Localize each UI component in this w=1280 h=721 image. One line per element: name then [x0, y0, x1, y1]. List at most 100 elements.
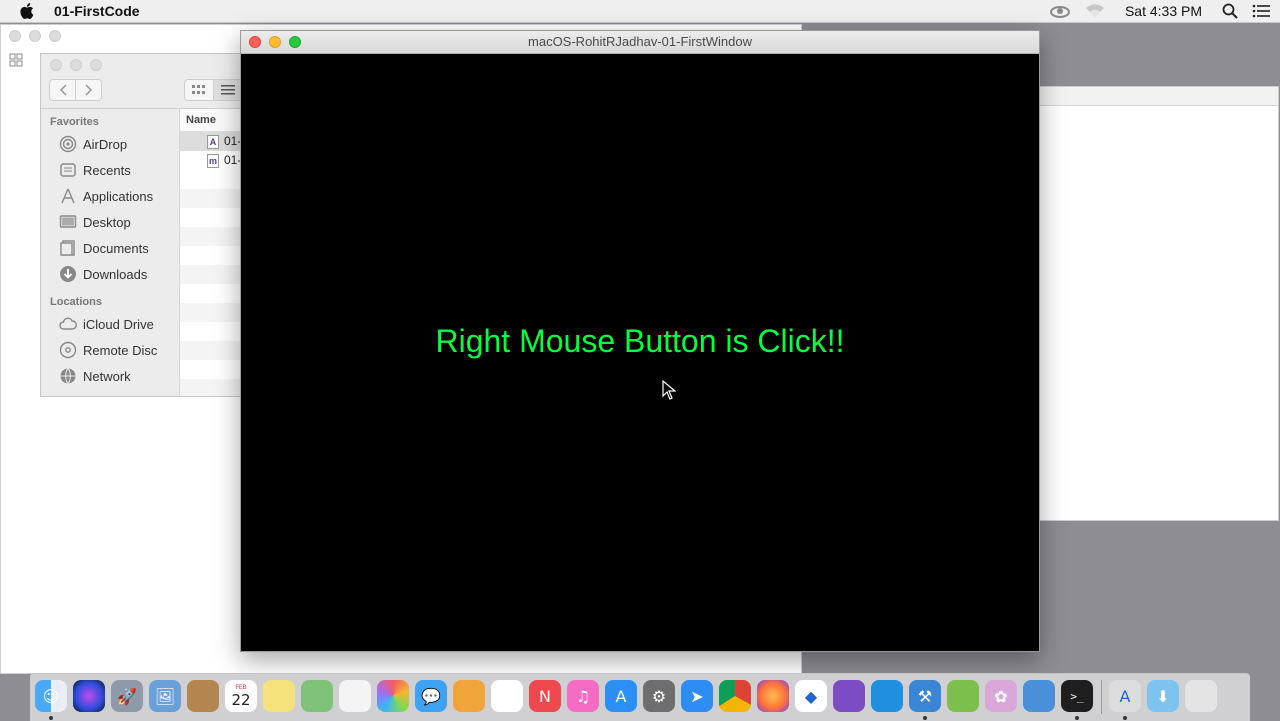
- calendar-icon[interactable]: FEB 22: [225, 680, 257, 712]
- firefox-icon[interactable]: [757, 680, 789, 712]
- app-file-icon[interactable]: A: [1109, 680, 1141, 712]
- documents-icon: [60, 240, 75, 256]
- running-indicator: [923, 716, 927, 720]
- xcode-instruments-icon[interactable]: [1023, 680, 1055, 712]
- view-mode-buttons: [184, 79, 243, 101]
- grid-view-icon[interactable]: [9, 53, 23, 72]
- downloads-icon: [60, 266, 76, 282]
- downloads-folder-icon[interactable]: ⬇: [1147, 680, 1179, 712]
- icon-grid-icon: [192, 85, 205, 94]
- finder-icon[interactable]: ☺: [35, 680, 67, 712]
- safari-icon[interactable]: ➤: [681, 680, 713, 712]
- reminders-icon[interactable]: [339, 680, 371, 712]
- background-window-controls: [9, 30, 61, 42]
- terminal-icon[interactable]: >_: [1061, 680, 1093, 712]
- close-button[interactable]: [249, 36, 261, 48]
- app-file-icon: A: [207, 134, 219, 149]
- vscode-icon[interactable]: [871, 680, 903, 712]
- dock: ☺ 🚀 🖼 FEB 22 💬 N ♫ A ⚙ ➤ ◆ ⚒ ✿ >_ A ⬇: [30, 673, 1250, 721]
- sidebar-item-applications[interactable]: Applications: [41, 183, 179, 209]
- unknown-app-icon[interactable]: ✿: [985, 680, 1017, 712]
- sidebar-item-label: AirDrop: [83, 136, 128, 152]
- launchpad-icon[interactable]: 🚀: [111, 680, 143, 712]
- status-area: Sat 4:33 PM: [1049, 0, 1270, 22]
- messages-icon[interactable]: 💬: [415, 680, 447, 712]
- android-studio-icon[interactable]: [947, 680, 979, 712]
- sidebar-item-airdrop[interactable]: AirDrop: [41, 131, 179, 157]
- dropbox-icon[interactable]: ◆: [795, 680, 827, 712]
- app-menu-name[interactable]: 01-FirstCode: [54, 3, 140, 19]
- menubar-clock[interactable]: Sat 4:33 PM: [1125, 3, 1202, 19]
- numbers-icon[interactable]: [491, 680, 523, 712]
- creative-cloud-icon[interactable]: [1049, 4, 1071, 18]
- sidebar-item-label: Applications: [83, 188, 154, 204]
- chevron-right-icon: [84, 84, 92, 96]
- preview-icon[interactable]: 🖼: [149, 680, 181, 712]
- sidebar-item-remote-disc[interactable]: Remote Disc: [41, 337, 179, 363]
- airdrop-icon: [59, 135, 77, 153]
- chevron-left-icon: [59, 84, 67, 96]
- inactive-close-button[interactable]: [9, 30, 21, 42]
- running-indicator: [49, 716, 53, 720]
- inactive-zoom-button[interactable]: [49, 30, 61, 42]
- chrome-icon[interactable]: [719, 680, 751, 712]
- recents-icon: [60, 163, 76, 177]
- back-button[interactable]: [49, 79, 76, 101]
- locations-heading: Locations: [50, 296, 102, 308]
- forward-button[interactable]: [76, 79, 102, 101]
- icon-view-button[interactable]: [184, 79, 214, 101]
- sidebar-item-documents[interactable]: Documents: [41, 235, 179, 261]
- spotlight-search-icon[interactable]: [1222, 3, 1238, 19]
- inactive-minimize-button[interactable]: [29, 30, 41, 42]
- background-window-right[interactable]: [1000, 86, 1279, 521]
- itunes-icon[interactable]: ♫: [567, 680, 599, 712]
- visual-studio-icon[interactable]: [833, 680, 865, 712]
- trash-icon[interactable]: [1185, 680, 1217, 712]
- finder-window-controls: [50, 59, 102, 71]
- finder-minimize-button[interactable]: [70, 59, 82, 71]
- main-window-titlebar[interactable]: macOS-RohitRJadhav-01-FirstWindow: [241, 31, 1039, 54]
- sidebar-item-label: Network: [83, 368, 131, 384]
- icloud-icon: [59, 317, 77, 330]
- photos-icon[interactable]: [377, 680, 409, 712]
- wifi-icon[interactable]: [1085, 4, 1105, 18]
- notification-center-icon[interactable]: [1252, 4, 1270, 18]
- sidebar-item-network[interactable]: Network: [41, 363, 179, 389]
- apple-menu-icon[interactable]: [20, 3, 36, 19]
- zoom-button[interactable]: [289, 36, 301, 48]
- sidebar-item-label: Documents: [83, 240, 149, 256]
- system-preferences-icon[interactable]: ⚙: [643, 680, 675, 712]
- list-view-button[interactable]: [214, 79, 243, 101]
- favorites-heading: Favorites: [50, 116, 99, 128]
- sidebar-item-recents[interactable]: Recents: [41, 157, 179, 183]
- file-name: 01-: [224, 153, 242, 167]
- running-indicator: [1075, 716, 1079, 720]
- file-name: 01-: [224, 134, 242, 148]
- sidebar-item-downloads[interactable]: Downloads: [41, 261, 179, 287]
- sidebar-item-label: Recents: [83, 162, 131, 178]
- status-message: Right Mouse Button is Click!!: [435, 323, 845, 359]
- window-controls: [249, 36, 301, 48]
- app-store-icon[interactable]: A: [605, 680, 637, 712]
- minimize-button[interactable]: [269, 36, 281, 48]
- news-icon[interactable]: N: [529, 680, 561, 712]
- notes-icon[interactable]: [263, 680, 295, 712]
- disc-icon: [59, 341, 77, 359]
- sidebar-item-icloud-drive[interactable]: iCloud Drive: [41, 311, 179, 337]
- menu-bar: 01-FirstCode Sat 4:33 PM: [0, 0, 1280, 23]
- network-icon: [60, 368, 76, 384]
- sidebar-item-desktop[interactable]: Desktop: [41, 209, 179, 235]
- finder-zoom-button[interactable]: [90, 59, 102, 71]
- desktop-icon: [59, 215, 77, 228]
- finder-close-button[interactable]: [50, 59, 62, 71]
- pages-icon[interactable]: [453, 680, 485, 712]
- sidebar-item-label: Desktop: [83, 214, 131, 230]
- finder-nav-buttons: [49, 79, 102, 101]
- siri-icon[interactable]: [73, 680, 105, 712]
- dock-separator: [1101, 680, 1102, 714]
- main-window[interactable]: macOS-RohitRJadhav-01-FirstWindow Right …: [240, 30, 1040, 652]
- applications-icon: [61, 188, 75, 204]
- contacts-icon[interactable]: [187, 680, 219, 712]
- xcode-icon[interactable]: ⚒: [909, 680, 941, 712]
- maps-icon[interactable]: [301, 680, 333, 712]
